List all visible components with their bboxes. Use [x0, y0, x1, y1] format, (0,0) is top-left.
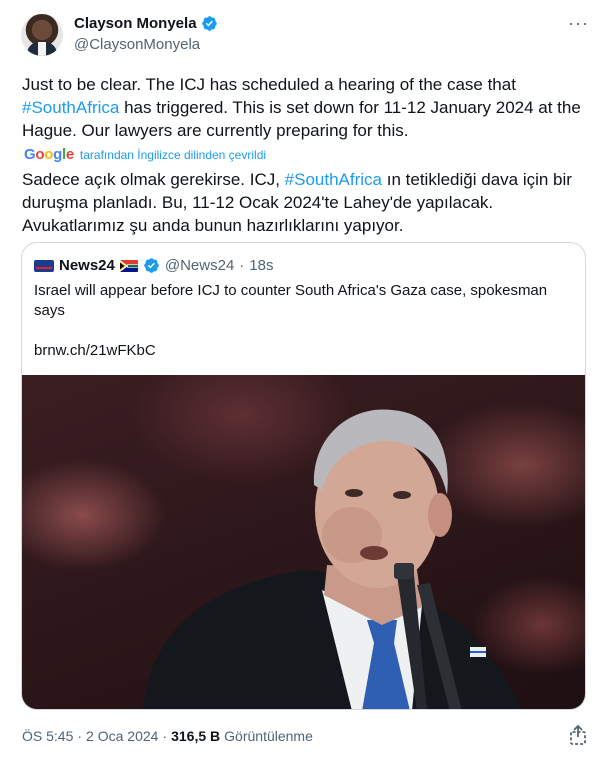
translated-text: Sadece açık olmak gerekirse. ICJ, #South…: [22, 168, 582, 237]
views-count: 316,5 B: [171, 728, 221, 744]
quoted-text: Israel will appear before ICJ to counter…: [34, 282, 548, 319]
footer-separator-1: ·: [77, 728, 83, 744]
verified-badge-icon: [201, 16, 217, 31]
quoted-photo[interactable]: [22, 375, 585, 709]
translated-text-part1: Sadece açık olmak gerekirse. ICJ,: [22, 170, 285, 189]
author-name[interactable]: Clayson Monyela: [74, 15, 197, 32]
translation-label[interactable]: tarafından İngilizce dilinden çevrildi: [80, 148, 266, 162]
quoted-header: News24 @News24 · 18s: [34, 257, 273, 274]
hashtag-link[interactable]: #SouthAfrica: [22, 98, 119, 117]
translation-attribution: Google tarafından İngilizce dilinden çev…: [24, 146, 266, 163]
footer-separator-2: ·: [162, 728, 168, 744]
translated-hashtag-link[interactable]: #SouthAfrica: [285, 170, 382, 189]
tweet-text-part1: Just to be clear. The ICJ has scheduled …: [22, 75, 516, 94]
quoted-timestamp[interactable]: 18s: [249, 257, 273, 274]
avatar-shirt: [38, 42, 46, 56]
quoted-tweet[interactable]: News24 @News24 · 18s Israel will appear …: [21, 242, 586, 710]
photo-illustration: [142, 409, 522, 709]
tweet-date[interactable]: 2 Oca 2024: [86, 728, 158, 744]
tweet[interactable]: Clayson Monyela @ClaysonMonyela ··· Just…: [0, 0, 597, 758]
quoted-link[interactable]: brnw.ch/21wFKbC: [34, 342, 156, 359]
views-label: Görüntülenme: [224, 728, 313, 744]
author-name-row[interactable]: Clayson Monyela: [74, 15, 218, 32]
quoted-verified-badge-icon: [144, 258, 159, 273]
quoted-author-name[interactable]: News24: [59, 257, 115, 274]
quoted-author-handle[interactable]: @News24: [165, 257, 234, 274]
author-handle[interactable]: @ClaysonMonyela: [74, 36, 200, 53]
tweet-footer: ÖS 5:45 · 2 Oca 2024 · 316,5 B Görüntüle…: [22, 728, 313, 744]
more-options-icon[interactable]: ···: [568, 14, 589, 32]
share-icon[interactable]: [568, 724, 588, 746]
quoted-separator: ·: [239, 257, 245, 274]
tweet-text: Just to be clear. The ICJ has scheduled …: [22, 73, 582, 142]
avatar[interactable]: [21, 14, 63, 56]
news24-logo-icon: [34, 259, 54, 272]
google-logo: Google: [24, 146, 74, 163]
tweet-time[interactable]: ÖS 5:45: [22, 728, 73, 744]
south-africa-flag-icon: [119, 259, 138, 272]
